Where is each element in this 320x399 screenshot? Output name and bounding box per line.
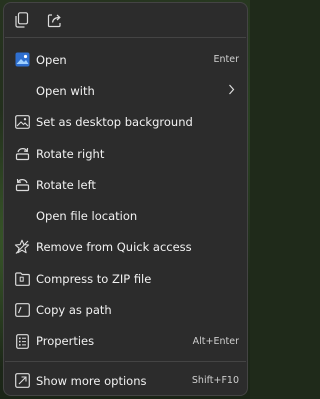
copy-path-icon [14,302,30,318]
menu-item-label: Rotate right [36,146,105,161]
menu-item-label: Set as desktop background [36,115,193,130]
menu-item-label: Compress to ZIP file [36,271,152,286]
photos-app-icon [14,52,30,68]
menu-item-label: Properties [36,334,95,349]
menu-item-label: Remove from Quick access [36,240,192,255]
menu-item-label: Rotate left [36,177,96,192]
properties-icon [14,333,30,349]
menu-item-open[interactable]: Open Enter [4,44,247,75]
menu-item-open-with[interactable]: Open with [4,75,247,106]
share-icon[interactable] [45,11,63,29]
show-more-icon [14,373,30,389]
menu-item-rotate-right[interactable]: Rotate right [4,138,247,169]
star-icon [14,239,30,255]
rotate-left-icon [14,177,30,193]
menu-item-properties[interactable]: Properties Alt+Enter [4,326,247,357]
shortcut-text: Enter [213,54,240,66]
menu-item-compress-zip[interactable]: Compress to ZIP file [4,263,247,294]
menu-item-label: Open file location [36,209,138,224]
menu-item-label: Open [36,52,67,67]
menu-item-label: Open with [36,83,95,98]
chevron-right-icon [228,84,235,98]
menu-item-show-more-options[interactable]: Show more options Shift+F10 [4,365,247,395]
menu-item-rotate-left[interactable]: Rotate left [4,169,247,200]
copy-icon[interactable] [13,11,31,29]
menu-item-remove-from-quick-access[interactable]: Remove from Quick access [4,232,247,263]
menu-item-label: Copy as path [36,303,112,318]
menu-item-copy-as-path[interactable]: Copy as path [4,294,247,325]
quick-actions-bar [4,3,247,37]
shortcut-text: Alt+Enter [192,335,239,347]
context-menu: Open Enter Open with Set as desktop back… [3,2,248,396]
rotate-right-icon [14,146,30,162]
desktop-background-icon [14,114,30,130]
menu-item-set-desktop-background[interactable]: Set as desktop background [4,107,247,138]
menu-item-label: Show more options [36,373,147,388]
menu-item-open-file-location[interactable]: Open file location [4,200,247,231]
shortcut-text: Shift+F10 [191,375,239,387]
zip-folder-icon [14,271,30,287]
